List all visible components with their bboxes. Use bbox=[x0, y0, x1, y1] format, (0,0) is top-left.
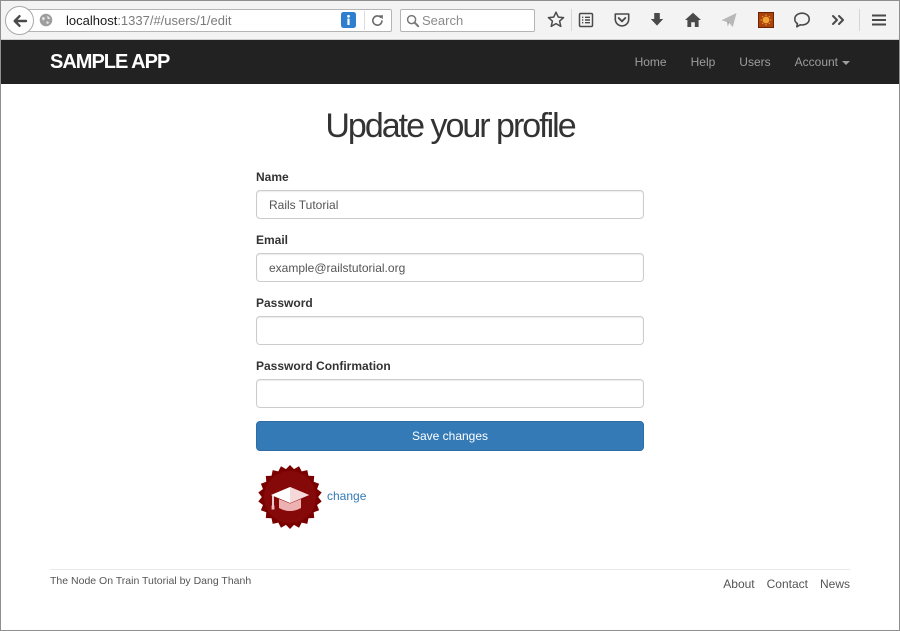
change-gravatar-link[interactable]: change bbox=[327, 488, 366, 504]
save-changes-button[interactable]: Save changes bbox=[256, 421, 644, 451]
page-title: Update your profile bbox=[325, 107, 576, 145]
chat-button[interactable] bbox=[793, 11, 811, 29]
password-input[interactable] bbox=[256, 316, 644, 345]
gravatar-image bbox=[258, 465, 322, 529]
credit-by: by bbox=[179, 575, 191, 587]
password-confirmation-label: Password Confirmation bbox=[256, 359, 391, 373]
bookmark-button[interactable] bbox=[547, 11, 565, 29]
footer-item-news: News bbox=[820, 575, 850, 593]
bookmarks-menu-button[interactable] bbox=[577, 11, 595, 29]
search-box[interactable] bbox=[400, 9, 535, 32]
footer-credit: The Node On Train Tutorial by Dang Thanh bbox=[50, 574, 251, 588]
menu-button[interactable] bbox=[870, 11, 888, 29]
reload-icon bbox=[372, 15, 383, 26]
back-button[interactable] bbox=[5, 6, 34, 35]
caret-down-icon bbox=[842, 60, 850, 65]
globe-icon[interactable] bbox=[39, 13, 53, 27]
credit-project-link[interactable]: Node On Train Tutorial bbox=[71, 575, 177, 587]
email-input[interactable] bbox=[256, 253, 644, 282]
url-bar-separator bbox=[364, 11, 365, 30]
footer-item-about: About bbox=[723, 575, 754, 593]
toolbar-separator bbox=[859, 9, 860, 31]
send-button[interactable] bbox=[720, 11, 738, 29]
password-confirmation-input[interactable] bbox=[256, 379, 644, 408]
nav-item-users: Users bbox=[727, 40, 782, 84]
search-icon bbox=[406, 14, 420, 28]
email-label: Email bbox=[256, 233, 289, 247]
search-input[interactable] bbox=[422, 10, 532, 31]
nav-link-account[interactable]: Account bbox=[783, 40, 862, 84]
pocket-button[interactable] bbox=[613, 11, 631, 29]
nav-item-home: Home bbox=[623, 40, 679, 84]
footer-divider bbox=[50, 569, 850, 570]
brand-logo[interactable]: SAMPLE APP bbox=[50, 40, 170, 84]
download-icon bbox=[650, 13, 664, 26]
edit-profile-form: Name Email Password Password Confirmatio… bbox=[256, 169, 644, 451]
url-field[interactable]: localhost:1337/#/users/1/edit bbox=[66, 9, 232, 32]
orange-extension-icon bbox=[758, 12, 774, 28]
footer-link-contact[interactable]: Contact bbox=[767, 577, 808, 591]
app-navbar: SAMPLE APP Home Help Users Account bbox=[0, 40, 900, 84]
home-button[interactable] bbox=[684, 11, 702, 29]
nav-links: Home Help Users Account bbox=[623, 40, 862, 84]
name-input[interactable] bbox=[256, 190, 644, 219]
info-icon[interactable] bbox=[341, 12, 356, 28]
home-icon bbox=[685, 12, 701, 27]
nav-link-users[interactable]: Users bbox=[727, 40, 782, 84]
hamburger-menu-icon bbox=[872, 14, 886, 26]
star-icon bbox=[547, 11, 565, 28]
nav-link-home[interactable]: Home bbox=[623, 40, 679, 84]
credit-author-link[interactable]: Dang Thanh bbox=[194, 575, 252, 587]
nav-link-help[interactable]: Help bbox=[679, 40, 728, 84]
password-label: Password bbox=[256, 296, 313, 310]
bookmarks-list-icon bbox=[578, 12, 594, 28]
footer-link-news[interactable]: News bbox=[820, 577, 850, 591]
browser-toolbar: localhost:1337/#/users/1/edit bbox=[0, 0, 900, 40]
url-path: :1337/#/users/1/edit bbox=[117, 13, 232, 28]
footer-item-contact: Contact bbox=[767, 575, 808, 593]
paper-plane-icon bbox=[721, 13, 737, 27]
account-label: Account bbox=[794, 55, 838, 69]
double-chevron-icon bbox=[832, 15, 844, 25]
footer-link-about[interactable]: About bbox=[723, 577, 754, 591]
downloads-button[interactable] bbox=[648, 11, 666, 29]
reload-button[interactable] bbox=[370, 13, 385, 28]
name-label: Name bbox=[256, 170, 289, 184]
back-arrow-icon bbox=[13, 14, 27, 27]
overflow-button[interactable] bbox=[829, 11, 847, 29]
footer-links: About Contact News bbox=[723, 575, 850, 593]
speech-bubble-icon bbox=[794, 12, 810, 28]
nav-item-help: Help bbox=[679, 40, 728, 84]
url-host: localhost bbox=[66, 13, 118, 28]
nav-item-account: Account bbox=[783, 40, 862, 84]
pocket-icon bbox=[614, 13, 630, 27]
extension-button[interactable] bbox=[757, 11, 775, 29]
credit-prefix: The bbox=[50, 575, 69, 587]
toolbar-separator bbox=[571, 9, 572, 31]
